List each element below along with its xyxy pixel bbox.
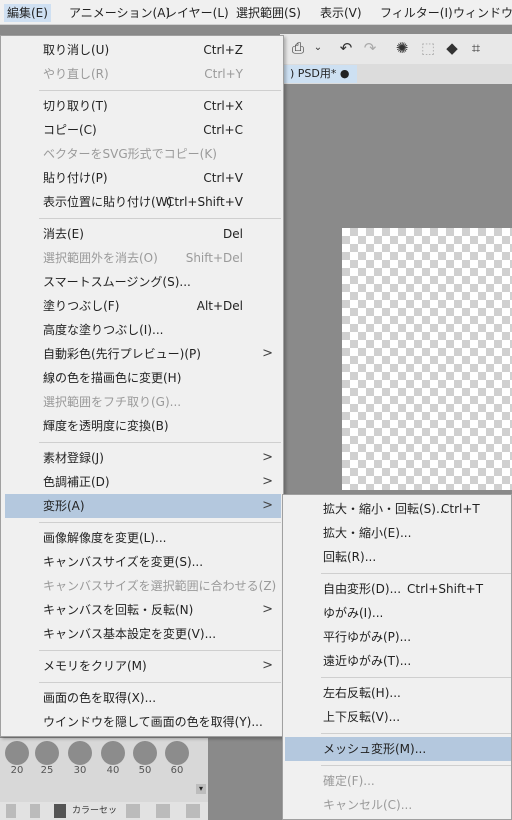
menu-item-fit-canvas-to-selection[interactable]: キャンバスサイズを選択範囲に合わせる(Z) — [5, 574, 281, 598]
submenu-item-scale-rotate[interactable]: 拡大・縮小・回転(S)... Ctrl+T — [285, 497, 511, 521]
undo-icon[interactable]: ↶ — [336, 38, 356, 58]
brush-size-30[interactable]: 30 — [67, 741, 93, 776]
menu-item-register-material[interactable]: 素材登録(J) > — [5, 446, 281, 470]
menu-item-undo[interactable]: 取り消し(U) Ctrl+Z — [5, 38, 281, 62]
panel-tabbar: カラーセッ — [0, 802, 208, 820]
submenu-item-perspective[interactable]: 遠近ゆがみ(T)... — [285, 649, 511, 673]
brush-size-50[interactable]: 50 — [132, 741, 158, 776]
brush-dot-icon — [133, 741, 157, 765]
panel-tab-icon[interactable] — [30, 804, 40, 818]
brush-size-40[interactable]: 40 — [100, 741, 126, 776]
brush-dot-icon — [5, 741, 29, 765]
menu-item-copy[interactable]: コピー(C) Ctrl+C — [5, 118, 281, 142]
menu-item-advanced-fill[interactable]: 高度な塗りつぶし(I)... — [5, 318, 281, 342]
submenu-item-skew[interactable]: 平行ゆがみ(P)... — [285, 625, 511, 649]
menu-separator — [39, 218, 281, 219]
menu-item-border-selection[interactable]: 選択範囲をフチ取り(G)... — [5, 390, 281, 414]
panel-tab-icon[interactable] — [186, 804, 200, 818]
menu-item-cut[interactable]: 切り取り(T) Ctrl+X — [5, 94, 281, 118]
menu-bar: 編集(E) アニメーション(A) レイヤー(L) 選択範囲(S) 表示(V) フ… — [0, 0, 512, 25]
menu-item-change-resolution[interactable]: 画像解像度を変更(L)... — [5, 526, 281, 550]
menu-selection[interactable]: 選択範囲(S) — [233, 4, 304, 22]
menu-filter[interactable]: フィルター(I) — [377, 4, 456, 22]
panel-tab-icon[interactable] — [156, 804, 170, 818]
submenu-item-mesh-transform[interactable]: メッシュ変形(M)... — [285, 737, 511, 761]
menu-item-clear-memory[interactable]: メモリをクリア(M) > — [5, 654, 281, 678]
command-bar: ⎙ ⌄ ↶ ↷ ✺ ⬚ ◆ ⌗ — [280, 34, 512, 64]
menu-window[interactable]: ウィンドウ( — [450, 4, 512, 22]
menu-item-clear[interactable]: 消去(E) Del — [5, 222, 281, 246]
canvas-transparent[interactable] — [342, 228, 512, 490]
document-tabbar: ) PSD用* ● — [280, 64, 512, 84]
loading-icon[interactable]: ✺ — [392, 38, 412, 58]
menu-separator — [39, 442, 281, 443]
menu-item-tonal-correction[interactable]: 色調補正(D) > — [5, 470, 281, 494]
menu-item-luminance-to-transparency[interactable]: 輝度を透明度に変換(B) — [5, 414, 281, 438]
chevron-right-icon: > — [262, 474, 273, 489]
submenu-item-confirm[interactable]: 確定(F)... — [285, 769, 511, 793]
menu-item-fill[interactable]: 塗りつぶし(F) Alt+Del — [5, 294, 281, 318]
menu-separator — [321, 573, 511, 574]
submenu-item-cancel[interactable]: キャンセル(C)... — [285, 793, 511, 817]
menu-item-canvas-size[interactable]: キャンバスサイズを変更(S)... — [5, 550, 281, 574]
menu-item-colorize[interactable]: 自動彩色(先行プレビュー)(P) > — [5, 342, 281, 366]
brush-size-25[interactable]: 25 — [34, 741, 60, 776]
brush-dot-icon — [165, 741, 189, 765]
menu-separator — [321, 677, 511, 678]
submenu-item-flip-horizontal[interactable]: 左右反転(H)... — [285, 681, 511, 705]
panel-tab-icon[interactable] — [6, 804, 16, 818]
menu-edit[interactable]: 編集(E) — [4, 4, 51, 22]
scroll-down-icon[interactable]: ▾ — [196, 784, 206, 794]
chevron-down-icon[interactable]: ⌄ — [308, 38, 328, 58]
brush-dot-icon — [68, 741, 92, 765]
chevron-right-icon: > — [262, 450, 273, 465]
chevron-right-icon: > — [262, 658, 273, 673]
menu-item-change-line-color[interactable]: 線の色を描画色に変更(H) — [5, 366, 281, 390]
menu-separator — [39, 650, 281, 651]
document-tab[interactable]: ) PSD用* ● — [282, 65, 358, 83]
menu-separator — [39, 522, 281, 523]
fill-icon[interactable]: ◆ — [442, 38, 462, 58]
menu-layer[interactable]: レイヤー(L) — [162, 4, 232, 22]
crop-icon[interactable]: ⌗ — [466, 38, 486, 58]
menu-item-clear-outside[interactable]: 選択範囲外を消去(O) Shift+Del — [5, 246, 281, 270]
edit-menu: 取り消し(U) Ctrl+Z やり直し(R) Ctrl+Y 切り取り(T) Ctrl+… — [0, 35, 284, 737]
menu-separator — [39, 682, 281, 683]
brush-dot-icon — [101, 741, 125, 765]
brush-size-20[interactable]: 20 — [4, 741, 30, 776]
menu-item-get-screen-color[interactable]: 画面の色を取得(X)... — [5, 686, 281, 710]
menu-item-smart-smoothing[interactable]: スマートスムージング(S)... — [5, 270, 281, 294]
menu-view[interactable]: 表示(V) — [317, 4, 365, 22]
brush-dot-icon — [35, 741, 59, 765]
color-set-icon[interactable] — [54, 804, 66, 818]
menu-item-copy-svg[interactable]: ベクターをSVG形式でコピー(K) — [5, 142, 281, 166]
menu-item-rotate-flip-canvas[interactable]: キャンバスを回転・反転(N) > — [5, 598, 281, 622]
menu-item-hide-window-get-color[interactable]: ウインドウを隠して画面の色を取得(Y)... — [5, 710, 281, 734]
chevron-right-icon: > — [262, 498, 273, 513]
menu-separator — [321, 765, 511, 766]
submenu-item-scale[interactable]: 拡大・縮小(E)... — [285, 521, 511, 545]
transform-icon[interactable]: ⬚ — [418, 38, 438, 58]
redo-icon[interactable]: ↷ — [360, 38, 380, 58]
menu-animation[interactable]: アニメーション(A) — [66, 4, 173, 22]
chevron-right-icon: > — [262, 602, 273, 617]
print-icon[interactable]: ⎙ — [288, 38, 308, 58]
menu-item-paste-in-place[interactable]: 表示位置に貼り付け(W) Ctrl+Shift+V — [5, 190, 281, 214]
submenu-item-flip-vertical[interactable]: 上下反転(V)... — [285, 705, 511, 729]
submenu-item-rotate[interactable]: 回転(R)... — [285, 545, 511, 569]
menu-separator — [321, 733, 511, 734]
brush-size-60[interactable]: 60 — [164, 741, 190, 776]
submenu-item-free-transform[interactable]: 自由変形(D)... Ctrl+Shift+T — [285, 577, 511, 601]
menu-separator — [39, 90, 281, 91]
submenu-item-distort[interactable]: ゆがみ(I)... — [285, 601, 511, 625]
menu-item-redo[interactable]: やり直し(R) Ctrl+Y — [5, 62, 281, 86]
panel-tab-icon[interactable] — [126, 804, 140, 818]
menu-item-paste[interactable]: 貼り付け(P) Ctrl+V — [5, 166, 281, 190]
tab-color-set[interactable]: カラーセッ — [72, 804, 117, 818]
transform-submenu: 拡大・縮小・回転(S)... Ctrl+T 拡大・縮小(E)... 回転(R)..… — [282, 494, 512, 820]
menu-item-canvas-properties[interactable]: キャンバス基本設定を変更(V)... — [5, 622, 281, 646]
chevron-right-icon: > — [262, 346, 273, 361]
menu-item-transform[interactable]: 変形(A) > — [5, 494, 281, 518]
